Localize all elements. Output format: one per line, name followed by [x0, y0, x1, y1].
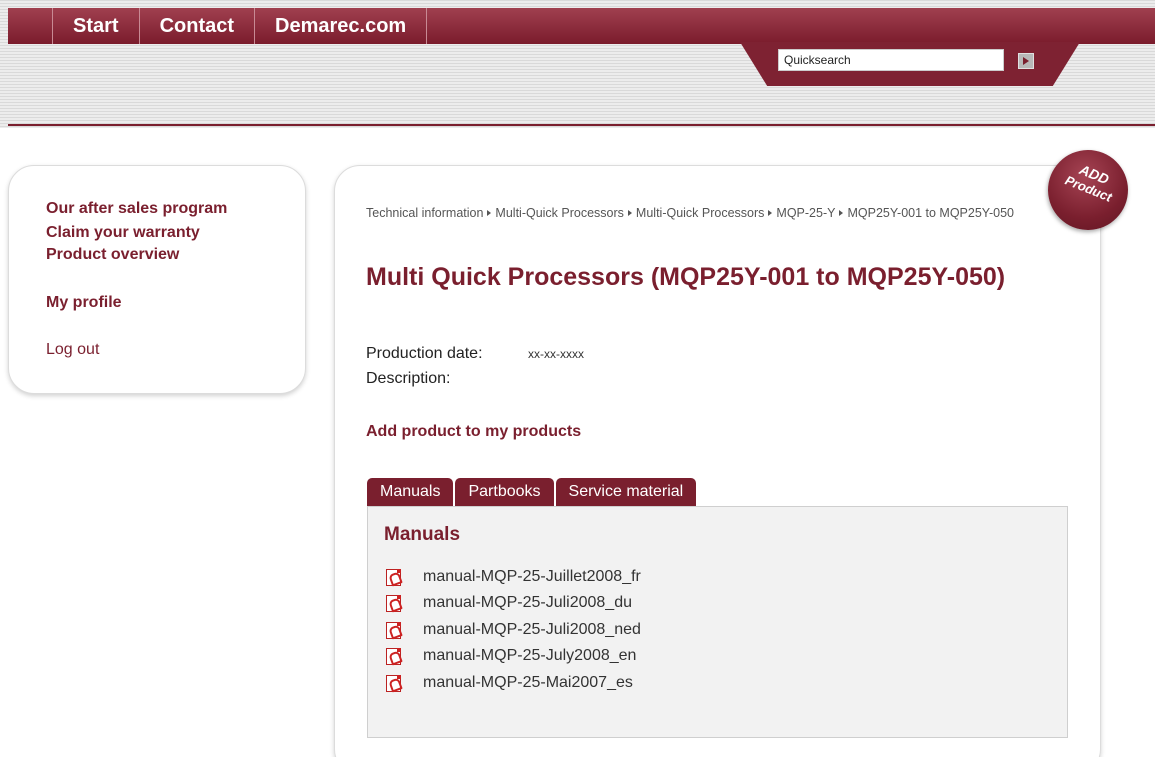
- nav-tab-start[interactable]: Start: [52, 8, 140, 44]
- production-date-value: xx-xx-xxxx: [528, 347, 584, 361]
- pdf-icon: [386, 568, 401, 586]
- file-name: manual-MQP-25-Mai2007_es: [423, 674, 633, 691]
- breadcrumb-separator-icon: [627, 210, 632, 217]
- breadcrumb-item[interactable]: Multi-Quick Processors: [636, 206, 765, 220]
- quicksearch-button[interactable]: [1018, 53, 1034, 69]
- sidebar-item-warranty[interactable]: Claim your warranty: [46, 224, 200, 242]
- pdf-icon: [386, 647, 401, 665]
- pdf-icon: [386, 674, 401, 692]
- header-divider: [8, 124, 1155, 126]
- file-name: manual-MQP-25-Juli2008_du: [423, 594, 632, 611]
- pdf-icon: [386, 594, 401, 612]
- breadcrumb-item[interactable]: Multi-Quick Processors: [495, 206, 624, 220]
- breadcrumb-item[interactable]: Technical information: [366, 206, 483, 220]
- production-date-label: Production date:: [366, 345, 483, 362]
- tab-service-material[interactable]: Service material: [555, 478, 697, 506]
- breadcrumb-item[interactable]: MQP25Y-001 to MQP25Y-050: [847, 206, 1014, 220]
- file-name: manual-MQP-25-Juillet2008_fr: [423, 568, 641, 585]
- tab-partbooks[interactable]: Partbooks: [455, 478, 554, 506]
- breadcrumb-separator-icon: [768, 210, 773, 217]
- breadcrumb: Technical information Multi-Quick Process…: [366, 202, 1066, 224]
- breadcrumb-separator-icon: [839, 210, 844, 217]
- add-product-link[interactable]: Add product to my products: [366, 423, 581, 441]
- play-arrow-icon: [1023, 57, 1029, 65]
- panel-title: Manuals: [384, 524, 461, 545]
- file-link[interactable]: manual-MQP-25-Mai2007_es: [386, 672, 633, 694]
- sidebar-item-log-out[interactable]: Log out: [46, 341, 99, 359]
- file-link[interactable]: manual-MQP-25-Juli2008_ned: [386, 619, 641, 641]
- file-name: manual-MQP-25-July2008_en: [423, 647, 637, 664]
- nav-tab-demarec[interactable]: Demarec.com: [255, 8, 428, 44]
- tab-manuals[interactable]: Manuals: [367, 478, 454, 506]
- file-link[interactable]: manual-MQP-25-Juli2008_du: [386, 592, 632, 614]
- description-label: Description:: [366, 370, 451, 387]
- pdf-icon: [386, 621, 401, 639]
- sidebar-item-after-sales[interactable]: Our after sales program: [46, 200, 227, 218]
- quicksearch-input[interactable]: [778, 49, 1004, 71]
- file-link[interactable]: manual-MQP-25-Juillet2008_fr: [386, 566, 641, 588]
- nav-tab-contact[interactable]: Contact: [140, 8, 256, 44]
- breadcrumb-item[interactable]: MQP-25-Y: [776, 206, 835, 220]
- nav-tabs: Start Contact Demarec.com: [52, 8, 428, 44]
- breadcrumb-separator-icon: [487, 210, 492, 217]
- page-title: Multi Quick Processors (MQP25Y-001 to MQ…: [366, 263, 1006, 291]
- sidebar-item-product-overview[interactable]: Product overview: [46, 246, 179, 264]
- sidebar-item-my-profile[interactable]: My profile: [46, 294, 122, 312]
- file-link[interactable]: manual-MQP-25-July2008_en: [386, 645, 636, 667]
- content-tabs: Manuals Partbooks Service material: [367, 478, 698, 506]
- file-name: manual-MQP-25-Juli2008_ned: [423, 621, 641, 638]
